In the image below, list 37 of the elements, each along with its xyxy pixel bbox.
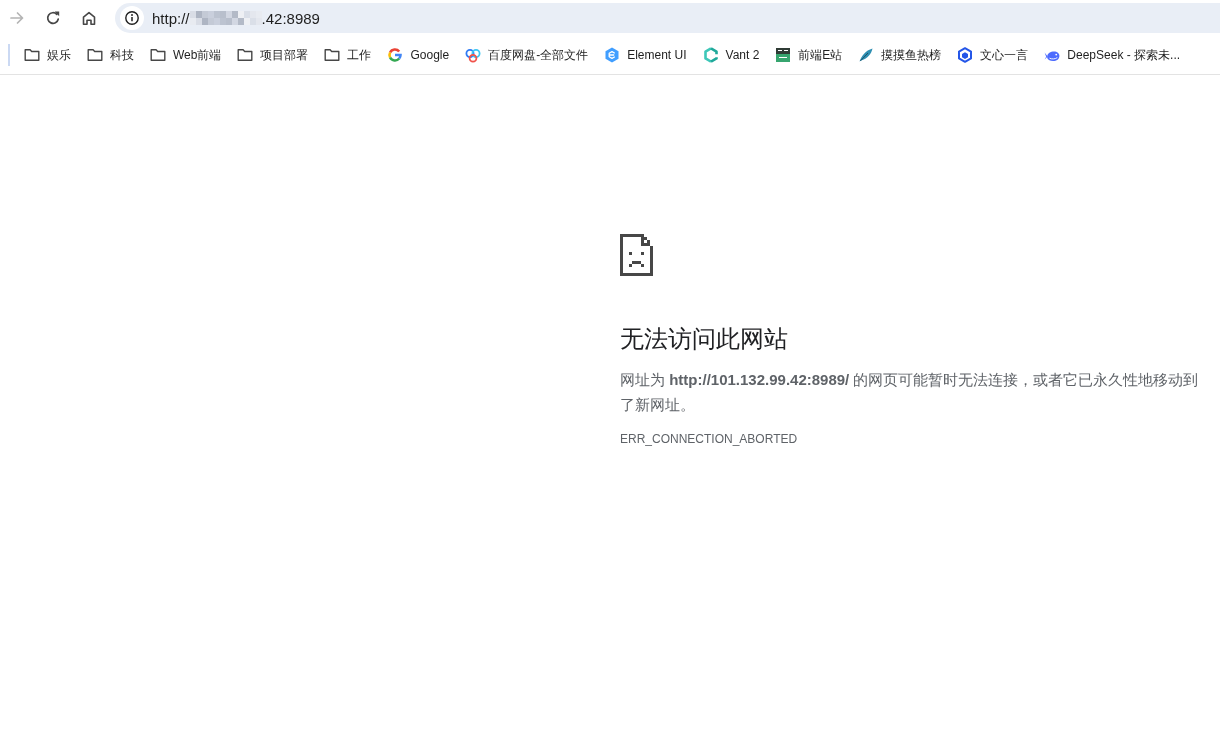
bookmark-link[interactable]: 前端E站 — [767, 41, 851, 69]
sad-page-icon — [620, 234, 653, 276]
folder-icon — [24, 47, 40, 63]
bookmark-link[interactable]: Google — [379, 41, 458, 69]
feather-icon — [858, 47, 875, 63]
bookmark-folder[interactable]: 工作 — [316, 41, 380, 69]
bookmark-link[interactable]: 摸摸鱼热榜 — [850, 41, 950, 69]
hexagon-ring-icon — [702, 47, 719, 63]
error-title: 无法访问此网站 — [620, 324, 788, 354]
bookmark-link[interactable]: Vant 2 — [694, 41, 768, 69]
cube-icon — [957, 47, 974, 63]
info-icon — [125, 11, 139, 25]
folder-icon — [87, 47, 103, 63]
bookmark-folder[interactable]: 项目部署 — [229, 41, 317, 69]
folder-icon — [324, 47, 341, 63]
reload-icon — [45, 10, 61, 26]
site-info-button[interactable] — [120, 6, 144, 30]
tile-icon — [775, 47, 792, 63]
home-icon — [81, 10, 97, 26]
multicolor-g-icon — [387, 47, 404, 63]
bookmark-link[interactable]: 文心一言 — [949, 41, 1037, 69]
bookmark-link[interactable]: 百度网盘-全部文件 — [457, 41, 597, 69]
folder-icon — [150, 47, 166, 63]
hexagon-icon — [604, 47, 621, 63]
bookmark-folder[interactable]: Web前端 — [142, 41, 230, 69]
bookmark-folder[interactable]: 娱乐 — [16, 41, 79, 69]
error-code: ERR_CONNECTION_ABORTED — [620, 431, 798, 447]
url-text: http:// — [152, 9, 190, 27]
error-message: 网址为 http://101.132.99.42:8989/ 的网页可能暂时无法连接，或者它已永久性地移动到了新网址。 — [620, 370, 1200, 415]
forward-arrow-icon — [9, 10, 25, 26]
bookmark-link[interactable]: Element UI — [596, 41, 695, 69]
url-text: .42:8989 — [261, 9, 320, 27]
bookmark-folder[interactable]: 科技 — [79, 41, 142, 69]
folder-icon — [237, 47, 254, 63]
bookmark-link[interactable]: DeepSeek - 探索未... — [1036, 41, 1189, 69]
overlapping-rings-icon — [465, 47, 482, 63]
address-bar[interactable]: http:// .42:8989 — [115, 3, 1220, 33]
